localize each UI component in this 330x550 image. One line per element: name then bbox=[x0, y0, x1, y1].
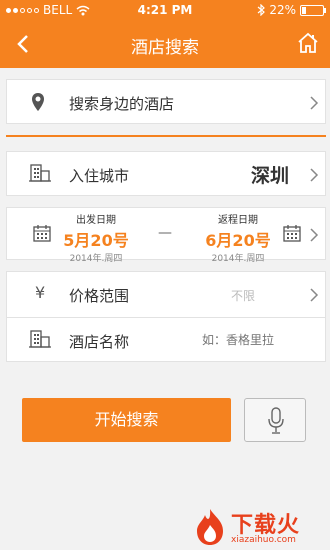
battery-percent: 22% bbox=[269, 3, 296, 17]
chevron-right-icon bbox=[310, 96, 319, 110]
voice-search-button[interactable] bbox=[244, 398, 306, 442]
city-value: 深圳 bbox=[250, 165, 289, 187]
hotel-name-label: 酒店名称 bbox=[69, 333, 130, 351]
microphone-icon bbox=[268, 407, 284, 434]
bluetooth-icon bbox=[257, 4, 266, 16]
section-divider bbox=[6, 135, 326, 137]
city-label: 入住城市 bbox=[69, 167, 130, 185]
watermark-url: xiazaihuo.com bbox=[231, 535, 296, 545]
battery-icon bbox=[300, 4, 326, 16]
return-date[interactable]: 返程日期 6月20号 2014年.周四 bbox=[197, 211, 279, 264]
chevron-right-icon bbox=[310, 288, 319, 302]
filter-group: ¥ 价格范围 不限 酒店名称 bbox=[6, 271, 326, 362]
home-icon[interactable] bbox=[296, 31, 320, 55]
yen-icon: ¥ bbox=[35, 283, 46, 302]
depart-caption: 出发日期 bbox=[76, 215, 116, 226]
building-icon bbox=[29, 330, 51, 348]
nearby-search-row[interactable]: 搜索身边的酒店 bbox=[6, 79, 326, 124]
watermark-logo: 下载火 xiazaihuo.com bbox=[193, 505, 330, 550]
nav-bar: 酒店搜索 bbox=[0, 20, 330, 68]
city-row[interactable]: 入住城市 深圳 bbox=[6, 151, 326, 196]
page-title: 酒店搜索 bbox=[131, 38, 199, 58]
building-icon bbox=[29, 164, 51, 182]
return-date-sub: 2014年.周四 bbox=[211, 254, 265, 264]
status-right: 22% bbox=[257, 3, 326, 17]
price-label: 价格范围 bbox=[69, 287, 130, 305]
depart-date-value: 5月20号 bbox=[63, 231, 129, 250]
depart-date-sub: 2014年.周四 bbox=[69, 254, 123, 264]
start-search-button[interactable]: 开始搜索 bbox=[22, 398, 231, 442]
hotel-name-row: 酒店名称 bbox=[7, 318, 325, 363]
flame-logo-icon bbox=[197, 509, 223, 545]
return-caption: 返程日期 bbox=[218, 215, 258, 226]
date-row: 出发日期 5月20号 2014年.周四 — 返程日期 6月20号 2014年.周… bbox=[6, 207, 326, 264]
calendar-icon bbox=[283, 225, 301, 242]
calendar-icon bbox=[33, 225, 51, 242]
price-value: 不限 bbox=[231, 289, 256, 303]
hotel-name-input[interactable] bbox=[202, 330, 314, 350]
price-row[interactable]: ¥ 价格范围 不限 bbox=[7, 272, 325, 317]
nearby-label: 搜索身边的酒店 bbox=[69, 95, 175, 113]
return-date-value: 6月20号 bbox=[205, 231, 271, 250]
date-separator: — bbox=[158, 225, 172, 241]
location-pin-icon bbox=[32, 93, 44, 111]
chevron-right-icon[interactable] bbox=[309, 228, 319, 242]
depart-date[interactable]: 出发日期 5月20号 2014年.周四 bbox=[55, 211, 137, 264]
status-bar: BELL 4:21 PM 22% bbox=[0, 0, 330, 20]
chevron-right-icon bbox=[310, 168, 319, 182]
